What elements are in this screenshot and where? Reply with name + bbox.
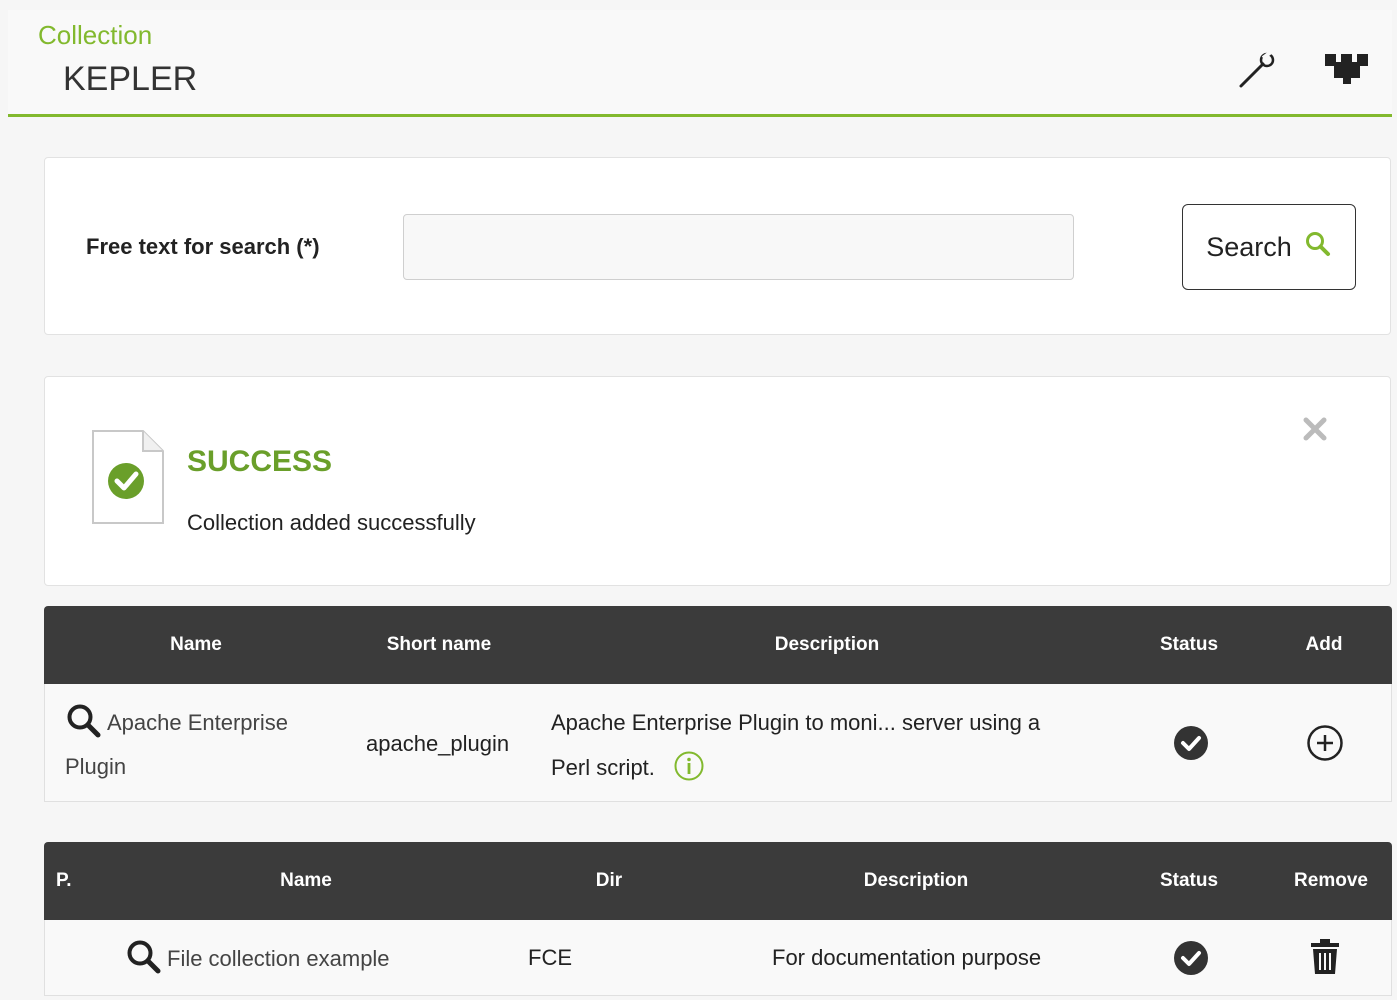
row-name[interactable]: Apache Enterprise: [107, 710, 288, 735]
trash-icon[interactable]: [1309, 938, 1341, 982]
info-icon[interactable]: [673, 750, 705, 788]
row-short-name: apache_plugin: [366, 731, 510, 756]
search-label: Free text for search (*): [86, 234, 320, 259]
table-header: P. Name Dir Description Status Remove: [44, 842, 1392, 920]
magnifier-icon[interactable]: [65, 702, 103, 746]
table-row: Apache Enterprise Plugin apache_plugin A…: [44, 684, 1392, 802]
page-title: KEPLER: [63, 60, 198, 98]
row-description: Apache Enterprise Plugin to moni... serv…: [551, 710, 1041, 735]
column-header-description: Description: [863, 870, 969, 891]
column-header-name: Name: [170, 634, 222, 655]
status-ok-icon: [1173, 725, 1209, 767]
status-ok-icon: [1173, 940, 1209, 982]
column-header-status: Status: [1159, 870, 1219, 891]
magnifier-icon[interactable]: [125, 938, 163, 982]
page: Collection KEPLER Free text for search (…: [0, 0, 1397, 1000]
column-header-short-name: Short name: [386, 634, 492, 655]
row-description: For documentation purpose: [772, 945, 1042, 970]
row-name-cell[interactable]: Apache Enterprise: [65, 702, 288, 746]
column-header-add: Add: [1305, 634, 1343, 655]
success-title: SUCCESS: [187, 445, 333, 478]
row-description-line2: Perl script.: [551, 750, 705, 788]
add-circle-icon[interactable]: [1306, 724, 1344, 768]
row-name-cell[interactable]: File collection example: [125, 938, 390, 982]
row-description-text: Perl script.: [551, 754, 655, 780]
network-icon[interactable]: [1323, 48, 1368, 92]
column-header-priority: P.: [56, 870, 72, 891]
close-icon[interactable]: [1301, 415, 1329, 443]
search-button-label: Search: [1206, 231, 1292, 262]
column-header-name: Name: [280, 870, 332, 891]
column-header-remove: Remove: [1294, 870, 1368, 891]
row-name-continued[interactable]: Plugin: [65, 754, 126, 780]
table-header: Name Short name Description Status Add: [44, 606, 1392, 684]
search-input[interactable]: [403, 214, 1074, 280]
row-name[interactable]: File collection example: [167, 946, 390, 971]
wrench-icon[interactable]: [1235, 48, 1279, 92]
column-header-description: Description: [774, 634, 880, 655]
page-header: Collection KEPLER: [8, 10, 1392, 117]
table-row: File collection example FCE For document…: [44, 920, 1392, 996]
row-dir: FCE: [528, 945, 572, 970]
success-text: Collection added successfully: [187, 510, 476, 535]
column-header-dir: Dir: [595, 870, 623, 891]
search-button[interactable]: Search: [1182, 204, 1356, 290]
success-document-icon: [91, 429, 165, 525]
search-icon: [1304, 230, 1332, 265]
success-message: SUCCESS Collection added successfully: [44, 376, 1391, 586]
column-header-status: Status: [1159, 634, 1219, 655]
breadcrumb[interactable]: Collection: [38, 20, 152, 51]
search-panel: Free text for search (*) Search: [44, 157, 1391, 335]
